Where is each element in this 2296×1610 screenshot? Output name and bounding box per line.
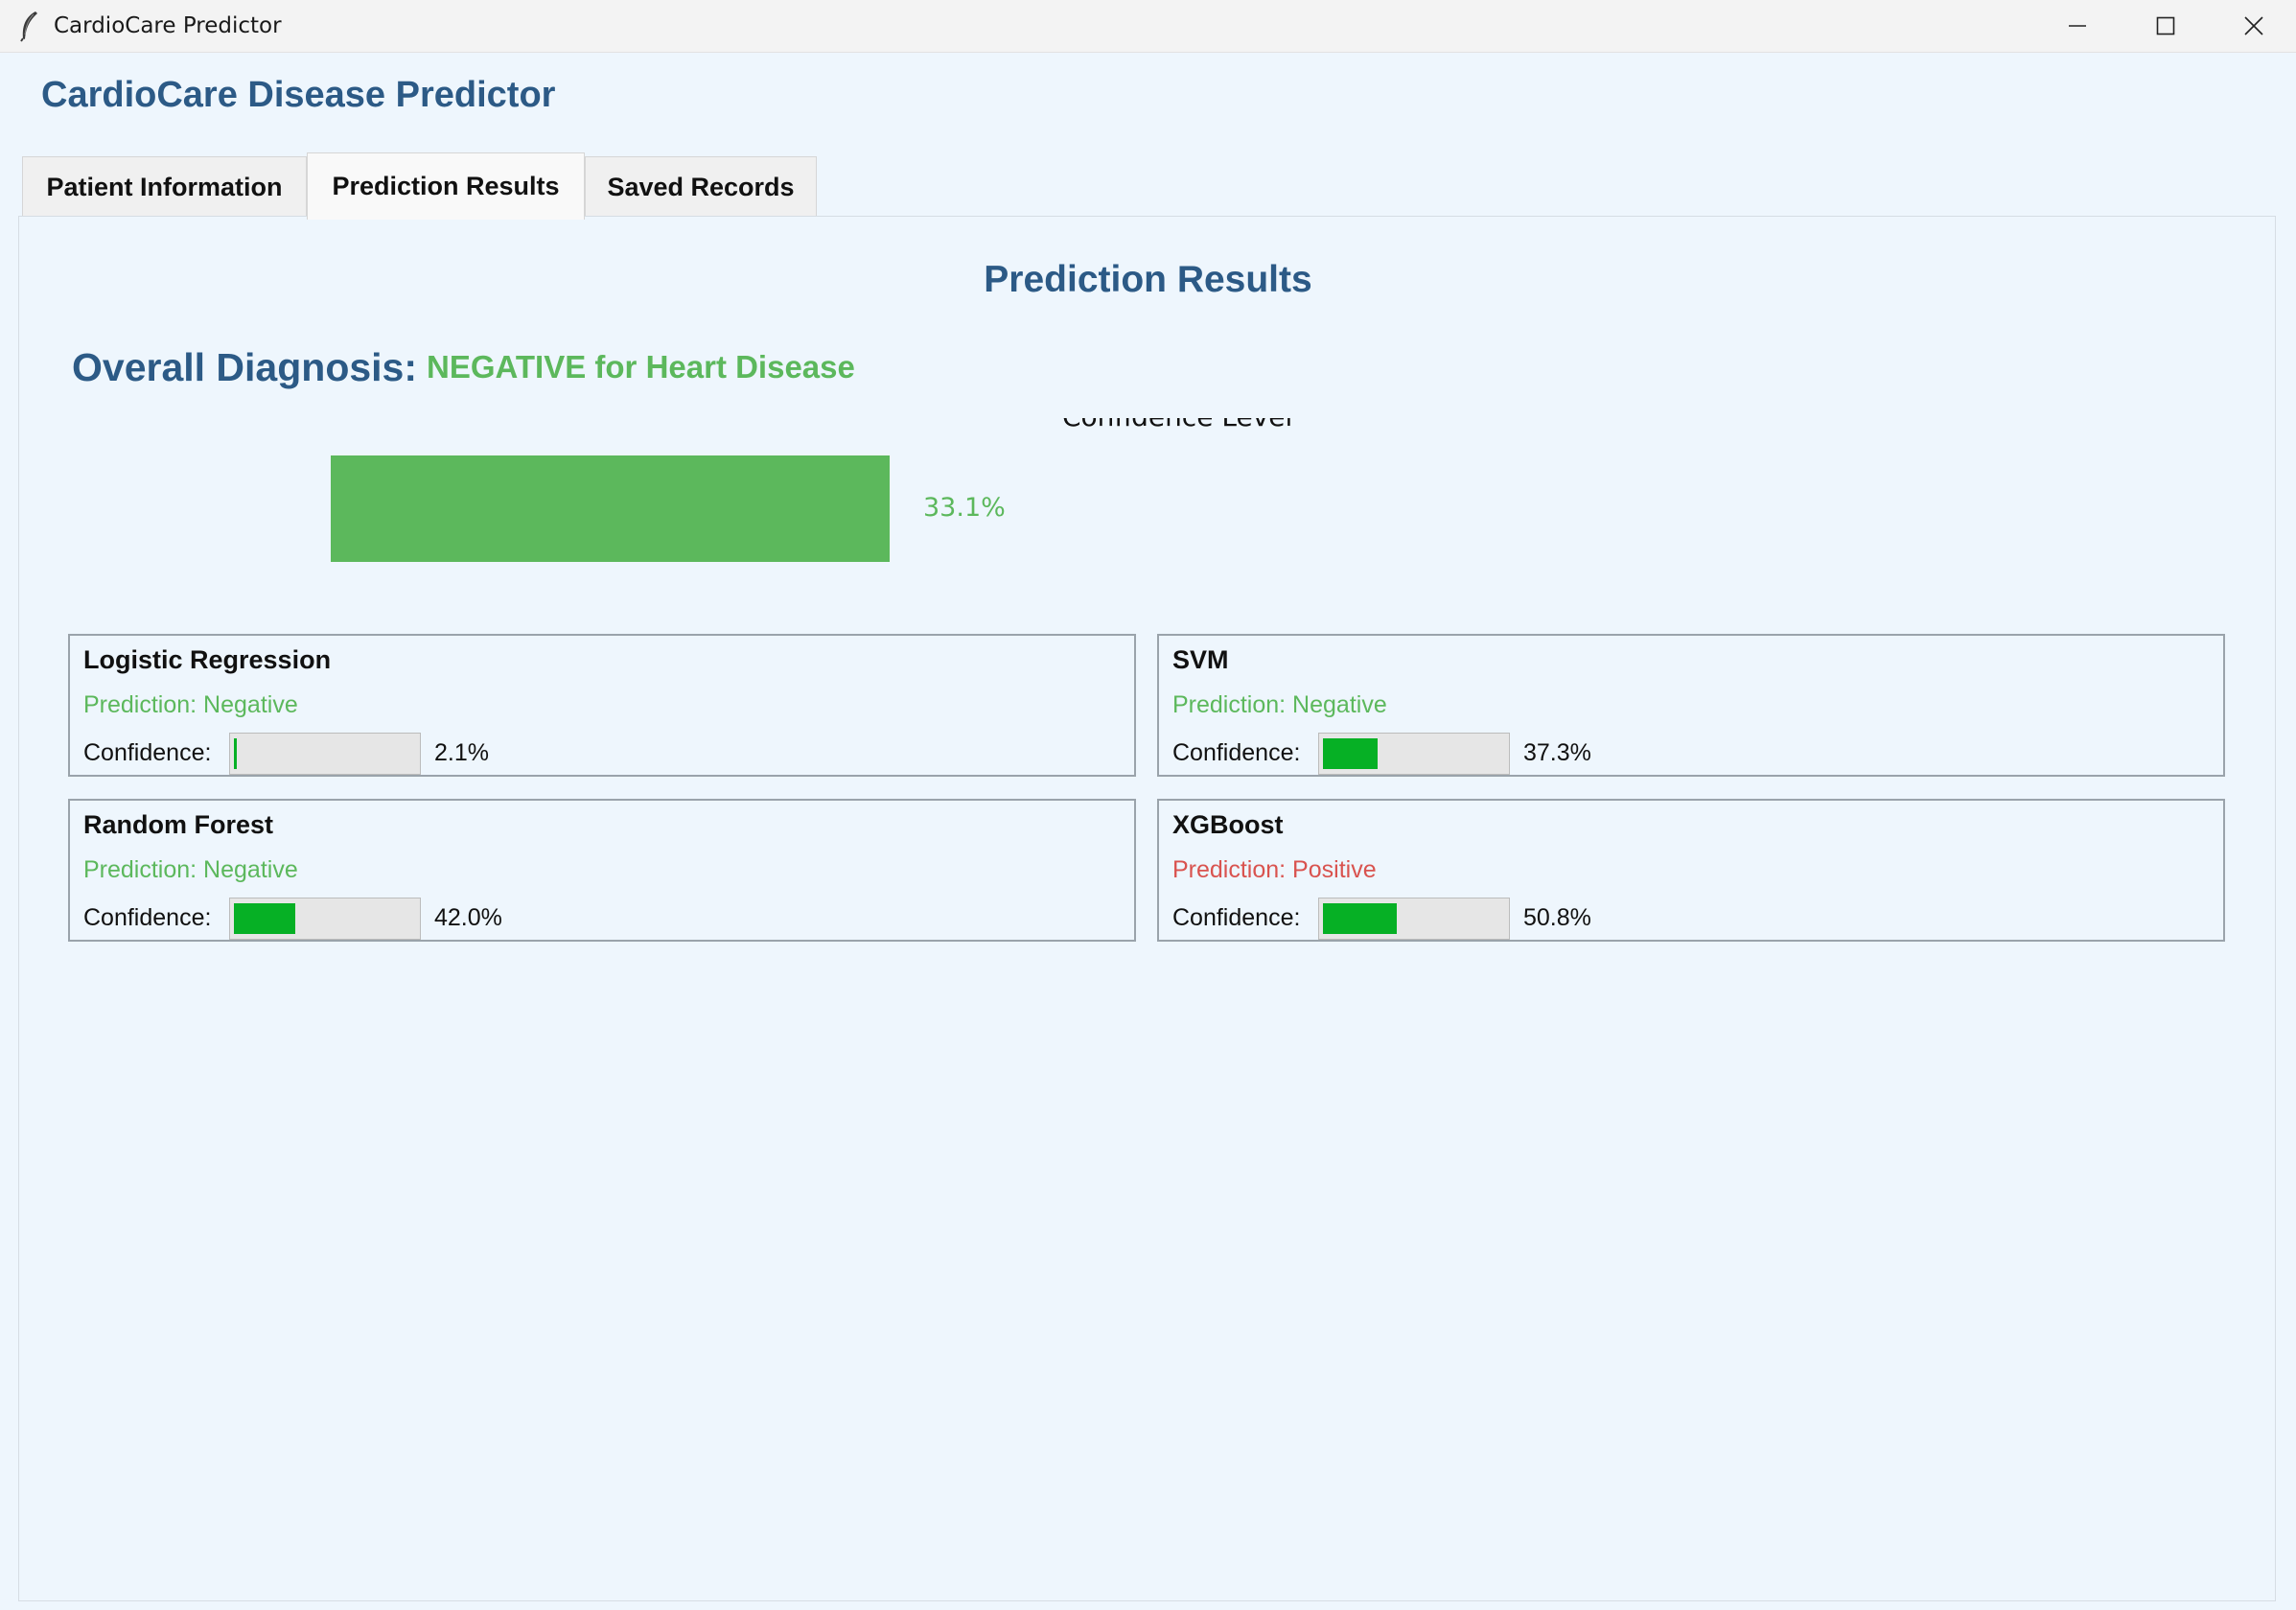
model-card-random-forest: Random Forest Prediction: Negative Confi…	[68, 799, 1136, 942]
confidence-progress-fill	[234, 903, 295, 934]
model-name: XGBoost	[1172, 810, 1284, 839]
confidence-level-text: Confidence Level	[1062, 418, 1292, 432]
confidence-progress-fill	[1323, 738, 1378, 769]
overall-confidence-bar	[331, 455, 890, 562]
minimize-icon	[2069, 25, 2086, 27]
overall-diagnosis-value: NEGATIVE for Heart Disease	[427, 349, 855, 385]
confidence-label: Confidence:	[83, 904, 212, 931]
confidence-level-caption: Confidence Level	[1055, 418, 1304, 437]
close-button[interactable]	[2210, 0, 2296, 52]
results-heading: Prediction Results	[984, 259, 1312, 300]
confidence-percent: 37.3%	[1523, 739, 1591, 766]
confidence-progress-bar	[1318, 733, 1510, 775]
model-prediction: Prediction: Positive	[1172, 856, 1377, 883]
tab-saved-records[interactable]: Saved Records	[585, 156, 817, 218]
model-card-xgboost: XGBoost Prediction: Positive Confidence:…	[1157, 799, 2225, 942]
maximize-button[interactable]	[2122, 0, 2210, 52]
tab-patient-information[interactable]: Patient Information	[22, 156, 307, 218]
minimize-button[interactable]	[2033, 0, 2122, 52]
confidence-progress-fill	[234, 738, 237, 769]
overall-confidence-fill	[331, 455, 890, 562]
confidence-progress-fill	[1323, 903, 1397, 934]
app-heading: CardioCare Disease Predictor	[41, 75, 556, 115]
confidence-label: Confidence:	[1172, 739, 1301, 766]
model-card-svm: SVM Prediction: Negative Confidence: 37.…	[1157, 634, 2225, 777]
confidence-label: Confidence:	[1172, 904, 1301, 931]
model-name: Random Forest	[83, 810, 274, 839]
model-name: SVM	[1172, 645, 1229, 674]
confidence-percent: 2.1%	[434, 739, 489, 766]
confidence-progress-bar	[229, 898, 421, 940]
model-prediction: Prediction: Negative	[83, 691, 298, 718]
title-bar: CardioCare Predictor	[0, 0, 2296, 53]
model-prediction: Prediction: Negative	[1172, 691, 1387, 718]
confidence-percent: 42.0%	[434, 904, 502, 931]
overall-diagnosis-label: Overall Diagnosis:	[72, 345, 418, 389]
tab-prediction-results[interactable]: Prediction Results	[307, 152, 585, 220]
confidence-label: Confidence:	[83, 739, 212, 766]
window-title: CardioCare Predictor	[54, 13, 282, 38]
confidence-progress-bar	[229, 733, 421, 775]
feather-icon	[20, 12, 37, 42]
model-prediction: Prediction: Negative	[83, 856, 298, 883]
overall-confidence-percent: 33.1%	[923, 493, 1006, 523]
maximize-icon	[2156, 16, 2175, 35]
model-card-logistic-regression: Logistic Regression Prediction: Negative…	[68, 634, 1136, 777]
close-icon	[2244, 16, 2263, 35]
confidence-percent: 50.8%	[1523, 904, 1591, 931]
model-name: Logistic Regression	[83, 645, 332, 674]
confidence-progress-bar	[1318, 898, 1510, 940]
